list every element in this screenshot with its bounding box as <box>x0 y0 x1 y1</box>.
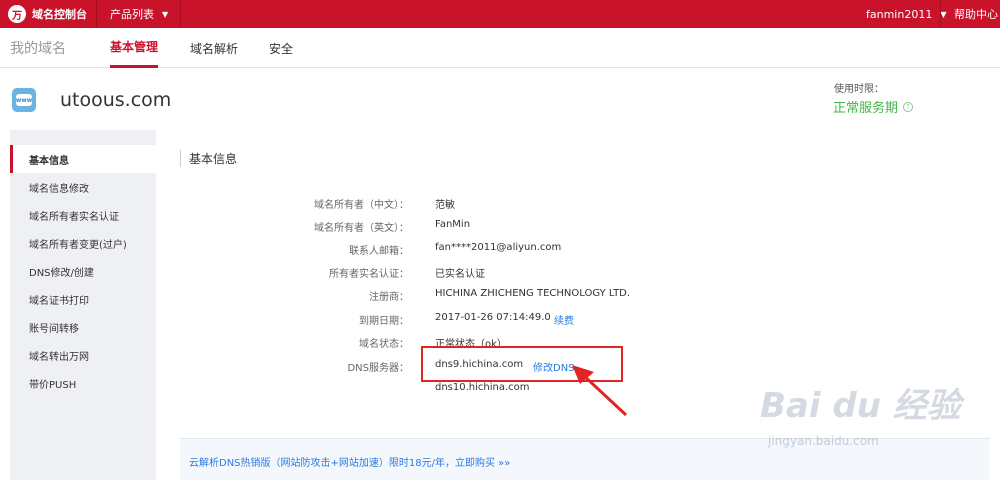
watermark-text: Bai du 经验 <box>760 386 961 426</box>
help-center-link[interactable]: 帮助中心 <box>954 0 998 28</box>
info-row-dns-2: dns10.hichina.com <box>180 382 780 400</box>
field-value: FanMin <box>435 219 471 230</box>
divider <box>96 0 97 28</box>
info-row-owner-cn: 域名所有者（中文）： 范敏 <box>180 196 780 214</box>
username: fanmin2011 <box>866 7 933 21</box>
field-label: 所有者实名认证： <box>329 269 409 280</box>
info-row-registrar: 注册商： HICHINA ZHICHENG TECHNOLOGY LTD. <box>180 288 780 306</box>
field-value: dns10.hichina.com <box>435 382 530 393</box>
field-label: DNS服务器： <box>347 363 409 374</box>
field-value: 2017-01-26 07:14:49.0 <box>435 312 551 323</box>
user-menu[interactable]: fanmin2011 ▼ <box>866 0 946 28</box>
www-icon: www <box>16 94 32 106</box>
annotation-arrow-icon <box>572 365 628 417</box>
console-title: 域名控制台 <box>32 8 87 21</box>
divider <box>180 0 181 28</box>
term-label: 使用时限： <box>834 84 884 95</box>
sidebar-item-certificate-print[interactable]: 域名证书打印 <box>10 285 156 313</box>
top-bar: 万 域名控制台 产品列表 ▼ fanmin2011 ▼ 帮助中心 <box>0 0 1000 28</box>
field-value: 范敏 <box>435 200 455 211</box>
sidebar-item-transfer-out[interactable]: 域名转出万网 <box>10 341 156 369</box>
sidebar-item-label: DNS修改/创建 <box>29 267 94 279</box>
term-status-text: 正常服务期 <box>833 101 899 116</box>
domain-icon: www <box>12 88 36 112</box>
console-logo[interactable]: 万 域名控制台 <box>8 0 87 28</box>
nav-title: 我的域名 <box>10 41 66 57</box>
domain-name: utoous.com <box>60 89 172 111</box>
sidebar-item-label: 域名证书打印 <box>29 295 89 307</box>
sidebar-item-label: 域名信息修改 <box>29 183 89 195</box>
chevron-down-icon: ▼ <box>940 9 947 19</box>
tab-label: 安全 <box>269 41 294 56</box>
field-value: HICHINA ZHICHENG TECHNOLOGY LTD. <box>435 288 631 299</box>
brand-logo-icon: 万 <box>8 5 26 23</box>
sidebar: 基本信息 域名信息修改 域名所有者实名认证 域名所有者变更(过户) DNS修改/… <box>10 130 156 480</box>
sidebar-item-basic-info[interactable]: 基本信息 <box>10 145 156 173</box>
sidebar-item-label: 域名转出万网 <box>29 351 89 363</box>
sidebar-item-owner-verification[interactable]: 域名所有者实名认证 <box>10 201 156 229</box>
question-icon[interactable]: ? <box>903 101 914 112</box>
field-label: 域名状态： <box>359 339 409 350</box>
baidu-jingyan-watermark: Bai du 经验 jingyan.baidu.com <box>760 378 980 448</box>
sidebar-item-label: 账号间转移 <box>29 323 79 335</box>
renew-link[interactable]: 续费 <box>554 312 574 327</box>
field-label: 注册商： <box>369 292 409 303</box>
field-value: fan****2011@aliyun.com <box>435 242 562 253</box>
tab-label: 域名解析 <box>190 41 239 56</box>
sidebar-item-owner-transfer[interactable]: 域名所有者变更(过户) <box>10 229 156 257</box>
product-list-label: 产品列表 <box>110 8 154 21</box>
info-row-verification: 所有者实名认证： 已实名认证 <box>180 265 780 283</box>
sidebar-item-label: 域名所有者实名认证 <box>29 211 119 223</box>
sidebar-item-label: 基本信息 <box>29 155 69 167</box>
tab-basic-management[interactable]: 基本管理 <box>110 28 159 68</box>
sidebar-item-domain-info-edit[interactable]: 域名信息修改 <box>10 173 156 201</box>
chevron-down-icon: ▼ <box>162 9 169 19</box>
main-nav: 我的域名 基本管理 域名解析 安全 <box>0 28 1000 68</box>
info-row-owner-en: 域名所有者（英文）： FanMin <box>180 219 780 237</box>
info-row-expiry: 到期日期： 2017-01-26 07:14:49.0 续费 <box>180 312 780 330</box>
info-row-email: 联系人邮箱： fan****2011@aliyun.com <box>180 242 780 260</box>
promo-link[interactable]: 云解析DNS热销版（网站防攻击+网站加速）限时18元/年，立即购买 »» <box>189 454 510 469</box>
product-list-menu[interactable]: 产品列表 ▼ <box>110 0 168 28</box>
field-label: 域名所有者（中文）： <box>314 200 409 211</box>
sidebar-item-dns-edit[interactable]: DNS修改/创建 <box>10 257 156 285</box>
field-label: 到期日期： <box>359 316 409 327</box>
field-label: 域名所有者（英文）： <box>314 223 409 234</box>
tab-dns-resolution[interactable]: 域名解析 <box>190 28 238 68</box>
tab-security[interactable]: 安全 <box>269 28 293 68</box>
sidebar-item-account-transfer[interactable]: 账号间转移 <box>10 313 156 341</box>
sidebar-item-label: 带价PUSH <box>29 379 77 391</box>
section-title: 基本信息 <box>180 150 237 167</box>
sidebar-item-push[interactable]: 带价PUSH <box>10 369 156 397</box>
tab-label: 基本管理 <box>110 40 159 54</box>
term-status: 正常服务期 ? <box>833 97 914 116</box>
help-center-label: 帮助中心 <box>954 8 998 21</box>
watermark-url: jingyan.baidu.com <box>768 434 879 448</box>
field-label: 联系人邮箱： <box>349 246 409 257</box>
divider <box>940 0 941 28</box>
field-value: 已实名认证 <box>435 269 485 280</box>
sidebar-item-label: 域名所有者变更(过户) <box>29 239 127 251</box>
